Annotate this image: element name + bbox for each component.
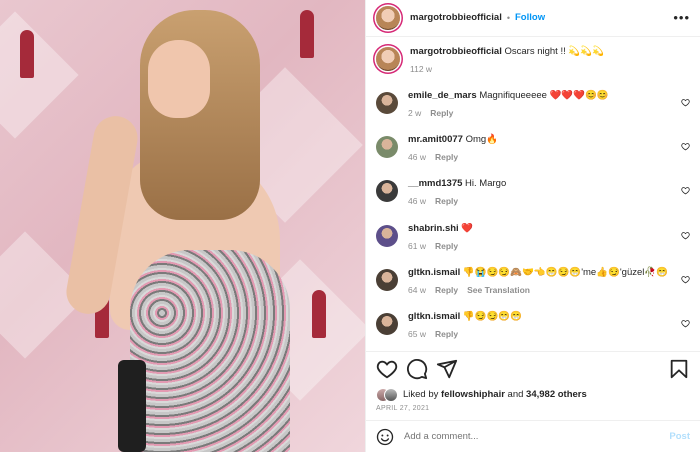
like-comment-heart-icon[interactable] <box>681 98 690 107</box>
photo-subject-dress <box>130 250 290 452</box>
comment-item: mr.amit0077 Omg🔥 46 w Reply <box>376 133 690 177</box>
backdrop-tile <box>0 11 79 139</box>
save-bookmark-icon[interactable] <box>668 358 690 380</box>
commenter-avatar[interactable] <box>376 135 398 158</box>
oscar-statue-decoration <box>20 30 34 78</box>
likes-prefix: Liked by <box>403 389 439 401</box>
reply-button[interactable]: Reply <box>435 241 458 251</box>
post-actions-bar <box>366 351 700 387</box>
post-header: margotrobbieofficial • Follow ••• <box>366 0 700 37</box>
comment-time[interactable]: 64 w <box>408 285 426 295</box>
commenter-avatar[interactable] <box>376 268 398 291</box>
comment-text: ❤️ <box>461 222 474 234</box>
like-comment-heart-icon[interactable] <box>681 186 690 195</box>
author-username[interactable]: margotrobbieofficial <box>410 12 502 23</box>
comment-text: Omg🔥 <box>465 133 498 145</box>
comments-list[interactable]: margotrobbieofficial Oscars night !! 💫💫💫… <box>366 37 700 351</box>
author-avatar[interactable] <box>376 5 400 30</box>
comment-item: __mmd1375 Hi. Margo 46 w Reply <box>376 177 690 221</box>
comment-time[interactable]: 46 w <box>408 196 426 206</box>
photo-subject-hair <box>140 10 260 220</box>
add-comment-bar: Post <box>366 420 700 452</box>
share-paper-plane-icon[interactable] <box>436 358 458 380</box>
likes-text: Liked by fellowshiphair and 34,982 other… <box>403 389 587 400</box>
comment-time[interactable]: 61 w <box>408 241 426 251</box>
post-photo[interactable] <box>0 0 365 452</box>
comment-username[interactable]: __mmd1375 <box>408 178 462 189</box>
comment-username[interactable]: gltkn.ismail <box>408 267 460 278</box>
oscar-statue-decoration <box>312 290 326 338</box>
commenter-avatar[interactable] <box>376 91 398 114</box>
comment-username[interactable]: shabrin.shi <box>408 223 459 234</box>
comment-time[interactable]: 2 w <box>408 108 421 118</box>
comment-text: Magnifiqueeeee ❤️❤️❤️😊😊 <box>479 89 609 101</box>
likes-count[interactable]: 34,982 others <box>526 389 587 400</box>
comment-username[interactable]: gltkn.ismail <box>408 311 460 322</box>
comment-item: shabrin.shi ❤️ 61 w Reply <box>376 222 690 266</box>
reply-button[interactable]: Reply <box>435 329 458 339</box>
emoji-icon[interactable] <box>376 428 394 446</box>
see-translation-button[interactable]: See Translation <box>467 285 530 295</box>
commenter-avatar[interactable] <box>376 313 398 336</box>
comment-text: 👎😭😏😏🙈🤝👈😁😏😁'me👍😏'güzel🥀😁 <box>462 266 669 278</box>
comment-username[interactable]: mr.amit0077 <box>408 134 463 145</box>
post-date[interactable]: APRIL 27, 2021 <box>366 403 700 421</box>
comment-text: Hi. Margo <box>465 178 507 190</box>
reply-button[interactable]: Reply <box>435 152 458 162</box>
post-viewer: margotrobbieofficial • Follow ••• margot… <box>0 0 700 452</box>
liker-username[interactable]: fellowshiphair <box>441 389 505 400</box>
like-heart-icon[interactable] <box>376 358 398 380</box>
caption-text: Oscars night !! 💫💫💫 <box>504 45 604 57</box>
comment-username[interactable]: emile_de_mars <box>408 90 477 101</box>
caption-author-avatar[interactable] <box>376 46 400 71</box>
post-comment-button[interactable]: Post <box>669 431 690 442</box>
follow-button[interactable]: Follow <box>515 12 545 23</box>
liker-avatar[interactable] <box>384 387 398 402</box>
like-comment-heart-icon[interactable] <box>681 275 690 284</box>
caption-username[interactable]: margotrobbieofficial <box>410 46 502 57</box>
caption-meta: 112 w <box>410 64 604 74</box>
oscar-statue-decoration <box>300 10 314 58</box>
commenter-avatar[interactable] <box>376 224 398 247</box>
reply-button[interactable]: Reply <box>430 108 453 118</box>
photo-subject-clutch <box>118 360 146 452</box>
like-comment-heart-icon[interactable] <box>681 319 690 328</box>
comment-text: 👎😏😏😁😁 <box>462 311 523 323</box>
like-comment-heart-icon[interactable] <box>681 142 690 151</box>
post-side-panel: margotrobbieofficial • Follow ••• margot… <box>365 0 700 452</box>
likes-summary: Liked by fellowshiphair and 34,982 other… <box>366 387 700 403</box>
comment-time[interactable]: 65 w <box>408 329 426 339</box>
caption-text-line: margotrobbieofficial Oscars night !! 💫💫💫 <box>410 45 604 58</box>
like-comment-heart-icon[interactable] <box>681 231 690 240</box>
reply-button[interactable]: Reply <box>435 196 458 206</box>
add-comment-input[interactable] <box>404 431 670 443</box>
comment-bubble-icon[interactable] <box>406 358 428 380</box>
likes-and: and <box>507 389 524 401</box>
comment-item: gltkn.ismail 👎😭😏😏🙈🤝👈😁😏😁'me👍😏'güzel🥀😁 64 … <box>376 266 690 310</box>
more-options-icon[interactable]: ••• <box>673 10 690 25</box>
reply-button[interactable]: Reply <box>435 285 458 295</box>
comment-time[interactable]: 46 w <box>408 152 426 162</box>
comment-item: gltkn.ismail 👎😏😏😁😁 65 w Reply <box>376 310 690 351</box>
photo-subject-face <box>148 40 210 118</box>
caption-time[interactable]: 112 w <box>410 64 432 74</box>
comment-item: emile_de_mars Magnifiqueeeee ❤️❤️❤️😊😊 2 … <box>376 89 690 133</box>
post-caption: margotrobbieofficial Oscars night !! 💫💫💫… <box>376 45 690 89</box>
separator-dot: • <box>506 12 510 23</box>
commenter-avatar[interactable] <box>376 180 398 203</box>
